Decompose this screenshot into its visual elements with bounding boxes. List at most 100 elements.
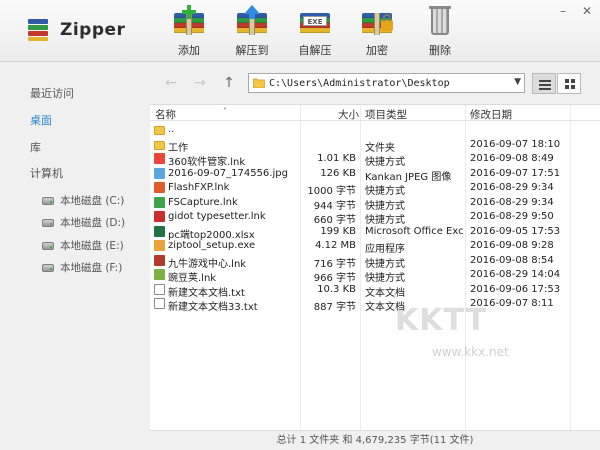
sidebar-item-library[interactable]: 库: [30, 139, 41, 155]
extract-to-label: 解压到: [235, 44, 269, 57]
add-button[interactable]: 添加: [162, 5, 216, 58]
status-bar: 总计 1 文件夹 和 4,679,235 字节(11 文件): [150, 430, 600, 450]
drive-label: 本地磁盘 (D:): [60, 217, 126, 229]
file-icon: [154, 254, 165, 266]
file-icon: [154, 196, 165, 208]
file-icon: [154, 225, 165, 237]
file-name: ziptool_setup.exe: [168, 240, 256, 251]
file-row[interactable]: 新建文本文档33.txt 887 字节 文本文档 2016-09-07 8:11: [150, 297, 600, 313]
file-name: FSCapture.lnk: [168, 196, 238, 208]
icon-view-button[interactable]: [557, 73, 581, 94]
lock-icon: [381, 14, 393, 31]
self-extract-button[interactable]: EXE 自解压: [288, 5, 342, 58]
file-row[interactable]: 豌豆荚.lnk 966 字节 快捷方式 2016-08-29 14:04: [150, 268, 600, 284]
drive-label: 本地磁盘 (F:): [60, 262, 123, 274]
file-row[interactable]: 360软件管家.lnk 1.01 KB 快捷方式 2016-09-08 8:49: [150, 152, 600, 168]
file-row[interactable]: 新建文本文档.txt 10.3 KB 文本文档 2016-09-06 17:53: [150, 283, 600, 299]
hard-drive-icon: [42, 196, 54, 205]
file-row[interactable]: ziptool_setup.exe 4.12 MB 应用程序 2016-09-08 9…: [150, 239, 600, 255]
drive-label: 本地磁盘 (C:): [60, 195, 125, 207]
file-date: 2016-08-29 14:04: [470, 269, 561, 280]
up-arrow-icon[interactable]: ↑: [221, 75, 237, 91]
file-row[interactable]: 工作 文件夹 2016-09-07 18:10: [150, 138, 600, 154]
hard-drive-icon: [42, 241, 54, 250]
watermark-text: KKTT: [395, 303, 488, 338]
file-name: gidot typesetter.lnk: [168, 211, 266, 222]
add-archive-icon: [172, 5, 206, 35]
column-header: 名称 ˄ 大小 项目类型 修改日期: [150, 105, 600, 121]
extract-to-button[interactable]: 解压到: [225, 5, 279, 58]
file-name: 2016-09-07_174556.jpg: [168, 167, 288, 179]
address-bar: ← → ↑ ▼: [150, 62, 600, 104]
file-date: 2016-09-08 8:54: [470, 254, 554, 266]
trash-icon: [423, 5, 457, 35]
zipper-logo-icon: [28, 19, 48, 41]
app-brand: Zipper: [28, 19, 125, 41]
file-date: 2016-08-29 9:34: [470, 182, 554, 193]
encrypt-label: 加密: [366, 44, 388, 57]
file-row[interactable]: gidot typesetter.lnk 660 字节 快捷方式 2016-08-29…: [150, 210, 600, 226]
file-date: 2016-08-29 9:34: [470, 196, 554, 208]
minimize-button[interactable]: –: [556, 4, 570, 18]
file-list: 名称 ˄ 大小 项目类型 修改日期 .. 工作 文件夹 2016-09-07 18:1…: [150, 104, 600, 431]
column-type[interactable]: 项目类型: [365, 107, 407, 122]
text-file-icon: [154, 298, 165, 309]
self-extract-label: 自解压: [298, 44, 332, 57]
file-size: 4.12 MB: [315, 240, 356, 251]
encrypt-button[interactable]: 加密: [350, 5, 404, 58]
folder-icon: [154, 126, 165, 135]
path-field[interactable]: ▼: [248, 73, 525, 93]
folder-icon: [154, 140, 165, 150]
file-date: 2016-09-07 18:10: [470, 138, 561, 150]
add-label: 添加: [178, 44, 200, 57]
file-size: 10.3 KB: [317, 283, 356, 295]
file-row[interactable]: 2016-09-07_174556.jpg 126 KB Kankan JPEG 图…: [150, 167, 600, 183]
watermark-url: www.kkx.net: [432, 345, 509, 359]
file-date: 2016-09-06 17:53: [470, 283, 561, 295]
encrypt-archive-icon: [360, 5, 394, 35]
sidebar-drive-c[interactable]: 本地磁盘 (C:): [42, 193, 124, 208]
file-icon: [154, 269, 165, 280]
sort-ascending-icon: ˄: [223, 107, 227, 116]
file-name: FlashFXP.lnk: [168, 182, 230, 193]
file-size: 1.01 KB: [317, 153, 356, 164]
file-date: 2016-09-08 8:49: [470, 153, 554, 164]
delete-button[interactable]: 删除: [413, 5, 467, 58]
sidebar-drive-d[interactable]: 本地磁盘 (D:): [42, 215, 125, 230]
file-date: 2016-09-05 17:53: [470, 225, 561, 237]
column-date[interactable]: 修改日期: [470, 107, 512, 122]
file-icon: [154, 153, 165, 164]
file-type: Microsoft Office Excel...: [365, 225, 463, 237]
chevron-down-icon[interactable]: ▼: [514, 77, 521, 87]
file-row[interactable]: ..: [150, 123, 600, 137]
app-title: Zipper: [60, 20, 126, 40]
sidebar-drive-f[interactable]: 本地磁盘 (F:): [42, 260, 122, 275]
title-toolbar: Zipper 添加 解压到 EXE 自解压 加密 删除 – ✕: [0, 0, 600, 62]
file-row[interactable]: pc端top2000.xlsx 199 KB Microsoft Office Ex…: [150, 225, 600, 241]
column-size[interactable]: 大小: [338, 107, 359, 122]
sidebar-item-computer[interactable]: 计算机: [30, 165, 63, 181]
file-size: 126 KB: [320, 167, 356, 179]
forward-arrow-icon[interactable]: →: [192, 75, 208, 91]
file-icon: [154, 240, 165, 251]
file-icon: [154, 182, 165, 193]
file-row[interactable]: 九牛游戏中心.lnk 716 字节 快捷方式 2016-09-08 8:54: [150, 254, 600, 270]
hard-drive-icon: [42, 218, 54, 227]
sidebar-drive-e[interactable]: 本地磁盘 (E:): [42, 238, 124, 253]
sidebar-item-desktop[interactable]: 桌面: [30, 112, 52, 128]
file-row[interactable]: FlashFXP.lnk 1000 字节 快捷方式 2016-08-29 9:34: [150, 181, 600, 197]
folder-icon: [253, 78, 265, 88]
file-date: 2016-08-29 9:50: [470, 211, 554, 222]
sidebar-item-recent[interactable]: 最近访问: [30, 85, 74, 101]
back-arrow-icon[interactable]: ←: [163, 75, 179, 91]
file-date: 2016-09-08 9:28: [470, 240, 554, 251]
details-view-button[interactable]: [532, 73, 556, 94]
close-button[interactable]: ✕: [580, 4, 594, 18]
file-icon: [154, 167, 165, 179]
path-input[interactable]: [269, 77, 509, 89]
file-row[interactable]: FSCapture.lnk 944 字节 快捷方式 2016-08-29 9:34: [150, 196, 600, 212]
file-size: 887 字节: [313, 302, 356, 313]
delete-label: 删除: [429, 44, 451, 57]
column-name[interactable]: 名称: [155, 107, 176, 122]
file-icon: [154, 211, 165, 222]
